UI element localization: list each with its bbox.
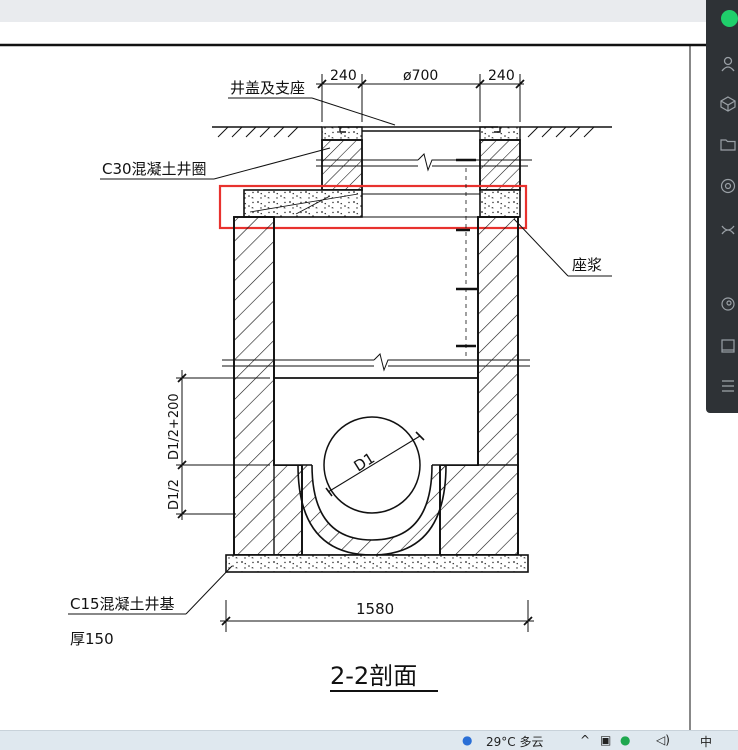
base-label-line2: 厚150: [70, 630, 114, 648]
document-icon[interactable]: [720, 338, 736, 354]
aperture-icon[interactable]: [720, 178, 736, 194]
chevron-up-icon[interactable]: ^: [580, 733, 590, 747]
ime-indicator[interactable]: 中: [700, 733, 712, 750]
cover-support-label: 井盖及支座: [230, 79, 305, 97]
manhole-cover: [321, 126, 521, 141]
document-tab-strip: [0, 0, 706, 23]
cover-support-leader: [228, 97, 396, 126]
folder-icon[interactable]: [720, 136, 736, 152]
taskbar: ● 29°C 多云 ^ ▣ ● ◁) 中: [0, 730, 738, 750]
weather-text[interactable]: 29°C 多云: [486, 733, 543, 750]
lower-height-dimension: D1/2: [167, 479, 182, 510]
opening-dimension: ø700: [403, 68, 438, 84]
ring-label: C30混凝土井圈: [102, 160, 207, 178]
cube-icon[interactable]: [720, 96, 736, 112]
cad-drawing-canvas: D1 240 ø700 240 1580 D1/2+200 D1/2 井盖及支座…: [0, 22, 706, 730]
neck-walls: [321, 139, 521, 191]
weather-icon[interactable]: ●: [462, 733, 472, 747]
mortar-label: 座浆: [572, 256, 602, 274]
base-label-line1: C15混凝土井基: [70, 595, 175, 613]
section-title: 2-2剖面: [330, 662, 417, 690]
tray-app-icon[interactable]: ▣: [600, 733, 611, 747]
wechat-tray-icon[interactable]: ●: [620, 733, 630, 747]
right-wall-dimension: 240: [488, 68, 515, 84]
c15-concrete-base: [225, 554, 529, 573]
side-toolbar: [706, 0, 738, 413]
link-icon[interactable]: [720, 222, 736, 238]
user-icon[interactable]: [720, 56, 736, 72]
left-wall-dimension: 240: [330, 68, 357, 84]
ground-line: [212, 126, 612, 138]
upper-height-dimension: D1/2+200: [167, 393, 182, 460]
ladder-steps: [456, 228, 478, 348]
menu-icon[interactable]: [720, 378, 736, 394]
overall-width-dimension: 1580: [356, 600, 394, 618]
settings-icon[interactable]: [720, 296, 736, 312]
status-dot-icon: [721, 10, 738, 27]
volume-icon[interactable]: ◁): [656, 733, 670, 747]
